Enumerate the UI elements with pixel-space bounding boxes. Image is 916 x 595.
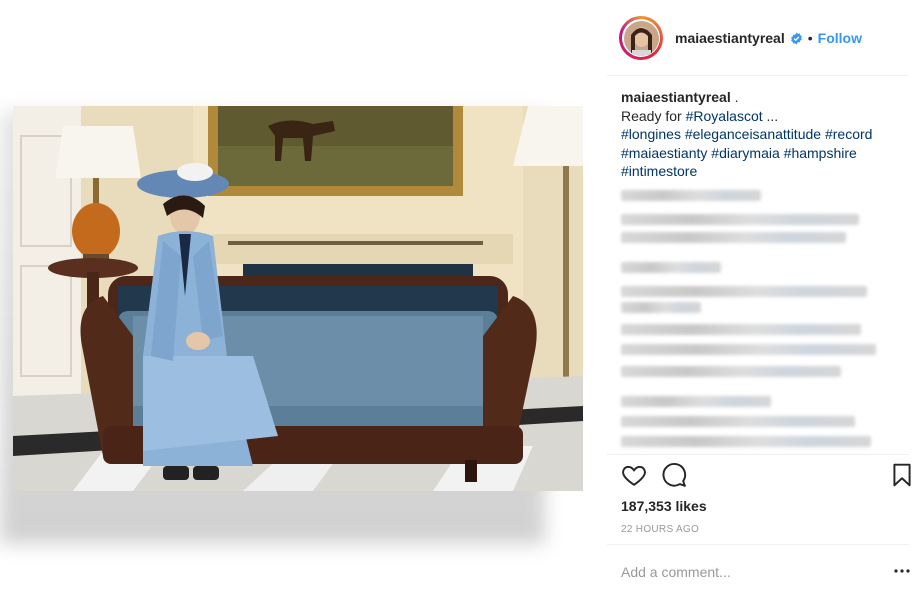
verified-badge-icon [790,32,803,45]
blurred-comment-line [621,396,771,407]
actions-divider [607,454,909,455]
heart-icon[interactable] [621,462,647,488]
likes-count[interactable]: 187,353 likes [621,498,707,514]
post-photo[interactable] [13,106,583,491]
post-header: maiaestiantyreal • Follow [607,10,907,66]
caption-ellipsis: ... [762,107,779,124]
blurred-comment-line [621,436,871,447]
blurred-comment-line [621,302,701,313]
post-timestamp[interactable]: 22 HOURS AGO [621,524,699,535]
header-divider [607,75,909,76]
blurred-comment-line [621,344,876,355]
comment-divider [607,544,909,545]
add-comment-input[interactable] [621,562,871,582]
caption-author-line: maiaestiantyreal . [621,88,901,107]
hashtag-link[interactable]: #intimestore [621,163,697,179]
caption-author-suffix: . [730,89,739,105]
blurred-comment-line [621,214,859,225]
post-caption: maiaestiantyreal . Ready for #Royalascot… [621,88,901,181]
blurred-comment-line [621,366,841,377]
comment-bubble-icon[interactable] [661,462,687,488]
blurred-comment-line [621,324,861,335]
hashtag-link[interactable]: #record [825,126,872,142]
caption-text-line: Ready for #Royalascot ... [621,107,901,126]
avatar[interactable] [619,16,663,60]
hashtag-link[interactable]: #Royalascot [686,108,763,124]
hashtag-link[interactable]: #eleganceisanattitude [685,126,821,142]
hashtag-link[interactable]: #maiaestianty [621,145,707,161]
hashtag-link[interactable]: #longines [621,126,681,142]
caption-username[interactable]: maiaestiantyreal [621,89,731,105]
follow-button[interactable]: Follow [818,30,862,46]
avatar-portrait [623,20,659,56]
blurred-comment-line [621,232,846,243]
more-options-icon[interactable] [893,562,911,580]
caption-text: Ready for [621,107,686,124]
avatar-ring-gap [622,19,660,57]
post-username[interactable]: maiaestiantyreal [675,30,785,46]
blurred-comment-line [621,416,855,427]
post-photo-illustration [13,106,583,491]
header-separator-dot: • [807,30,813,46]
post-actions [621,462,911,492]
caption-hashtags-line: #longines #eleganceisanattitude #record … [621,125,901,181]
blurred-comment-line [621,262,721,273]
hashtag-link[interactable]: #diarymaia [711,145,779,161]
blurred-comment-line [621,190,761,201]
hashtag-link[interactable]: #hampshire [784,145,857,161]
blurred-comment-line [621,286,867,297]
post-side-panel: maiaestiantyreal • Follow maiaestiantyre… [607,0,916,595]
avatar-image [623,20,659,56]
bookmark-icon[interactable] [889,462,915,488]
